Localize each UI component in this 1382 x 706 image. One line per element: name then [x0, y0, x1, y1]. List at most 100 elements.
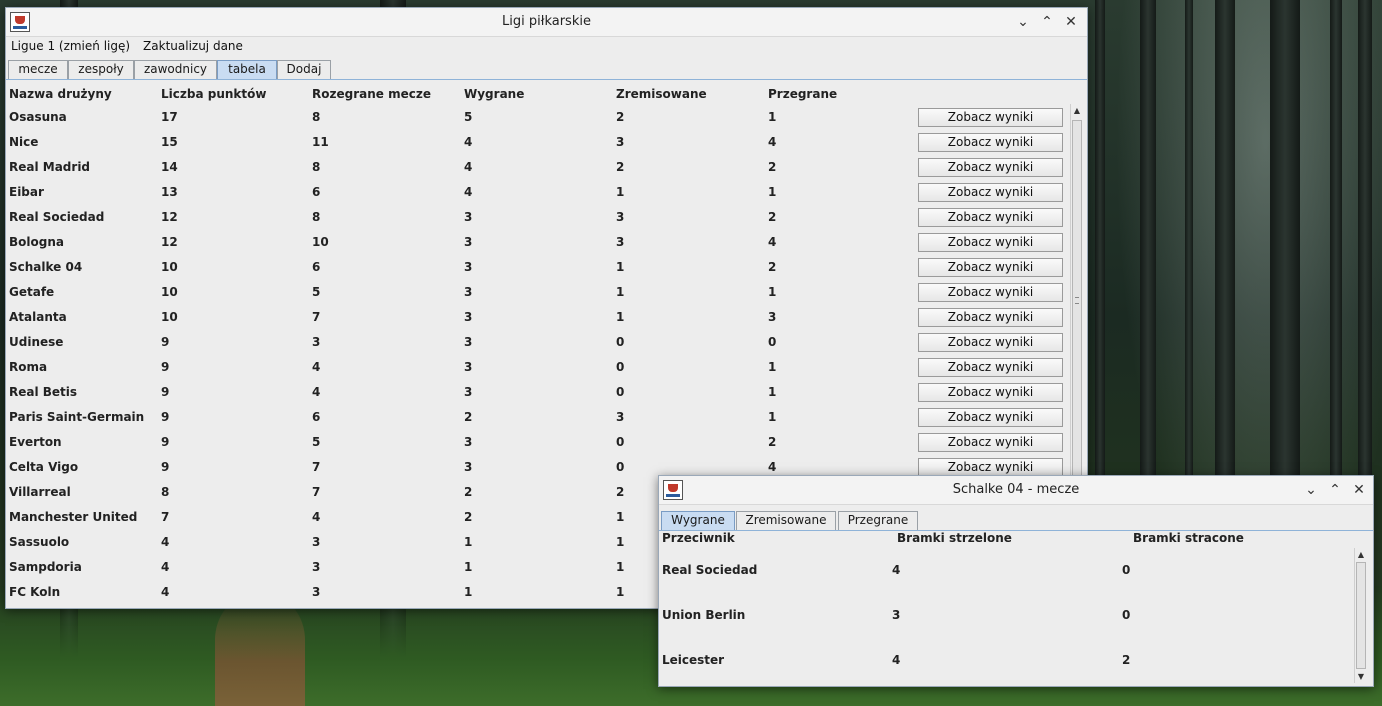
menu-update-data[interactable]: Zaktualizuj dane: [138, 37, 249, 53]
column-header[interactable]: Wygrane: [464, 87, 524, 101]
table-cell: 4: [312, 360, 321, 374]
table-cell: 8: [312, 110, 321, 124]
view-results-button[interactable]: Zobacz wyniki: [918, 433, 1063, 452]
chevron-up-icon: ⌃: [1041, 14, 1053, 30]
column-header[interactable]: Nazwa drużyny: [9, 87, 112, 101]
maximize-button[interactable]: ⌃: [1037, 12, 1057, 32]
view-results-button[interactable]: Zobacz wyniki: [918, 283, 1063, 302]
view-results-button[interactable]: Zobacz wyniki: [918, 258, 1063, 277]
main-titlebar[interactable]: Ligi piłkarskie ⌄ ⌃ ✕: [6, 8, 1087, 37]
table-cell: 10: [161, 285, 178, 299]
arrow-down-icon[interactable]: ▼: [1355, 670, 1367, 683]
table-cell: 3: [616, 410, 625, 424]
column-header[interactable]: Przegrane: [768, 87, 837, 101]
close-icon: ✕: [1065, 14, 1077, 30]
view-results-button[interactable]: Zobacz wyniki: [918, 108, 1063, 127]
table-cell: 4: [768, 460, 777, 474]
chevron-down-icon: ⌄: [1305, 482, 1317, 498]
tab-tabela[interactable]: tabela: [217, 60, 277, 79]
table-cell: Real Betis: [9, 385, 78, 399]
column-header[interactable]: Przeciwnik: [662, 531, 735, 545]
view-results-button[interactable]: Zobacz wyniki: [918, 408, 1063, 427]
view-results-button[interactable]: Zobacz wyniki: [918, 208, 1063, 227]
table-cell: 3: [312, 535, 321, 549]
close-button[interactable]: ✕: [1349, 480, 1369, 500]
arrow-up-icon[interactable]: ▲: [1071, 104, 1083, 117]
view-results-button[interactable]: Zobacz wyniki: [918, 308, 1063, 327]
tab-zespoly[interactable]: zespoły: [68, 60, 134, 79]
table-cell: 3: [464, 235, 473, 249]
table-cell: 15: [161, 135, 178, 149]
table-cell: Real Sociedad: [9, 210, 105, 224]
view-results-button[interactable]: Zobacz wyniki: [918, 133, 1063, 152]
table-cell: 10: [161, 310, 178, 324]
table-cell: 3: [464, 335, 473, 349]
column-header[interactable]: Bramki strzelone: [897, 531, 1012, 545]
table-cell: 4: [161, 560, 170, 574]
table-cell: 4: [464, 160, 473, 174]
table-cell: 3: [464, 385, 473, 399]
view-results-button[interactable]: Zobacz wyniki: [918, 183, 1063, 202]
tab-zremisowane[interactable]: Zremisowane: [736, 511, 836, 530]
table-cell: 6: [312, 410, 321, 424]
popup-titlebar[interactable]: Schalke 04 - mecze ⌄ ⌃ ✕: [659, 476, 1373, 505]
popup-scrollbar[interactable]: ▲ ▼: [1354, 548, 1368, 683]
table-cell: 1: [616, 310, 625, 324]
view-results-button[interactable]: Zobacz wyniki: [918, 358, 1063, 377]
view-results-button[interactable]: Zobacz wyniki: [918, 158, 1063, 177]
column-header[interactable]: Liczba punktów: [161, 87, 266, 101]
table-cell: Sassuolo: [9, 535, 70, 549]
matches-table: Przeciwnik Bramki strzelone Bramki strac…: [659, 529, 1354, 684]
table-cell: 9: [161, 435, 170, 449]
table-cell: 3: [464, 310, 473, 324]
table-cell: Everton: [9, 435, 62, 449]
table-cell: 12: [161, 210, 178, 224]
table-cell: 14: [161, 160, 178, 174]
view-results-button[interactable]: Zobacz wyniki: [918, 233, 1063, 252]
table-cell: 0: [616, 360, 625, 374]
tab-zawodnicy[interactable]: zawodnicy: [134, 60, 217, 79]
table-cell: 1: [768, 285, 777, 299]
tab-mecze[interactable]: mecze: [8, 60, 68, 79]
tab-dodaj[interactable]: Dodaj: [277, 60, 331, 79]
column-header[interactable]: Rozegrane mecze: [312, 87, 431, 101]
scrollbar-thumb[interactable]: [1356, 562, 1366, 669]
menu-change-league[interactable]: Ligue 1 (zmień ligę): [6, 37, 136, 53]
table-cell: 2: [464, 410, 473, 424]
table-cell: 1: [768, 385, 777, 399]
table-cell: 9: [161, 385, 170, 399]
table-cell: Bologna: [9, 235, 64, 249]
table-cell: 3: [464, 210, 473, 224]
arrow-up-icon[interactable]: ▲: [1355, 548, 1367, 561]
table-cell: 8: [312, 210, 321, 224]
chevron-up-icon: ⌃: [1329, 482, 1341, 498]
column-header[interactable]: Zremisowane: [616, 87, 707, 101]
minimize-button[interactable]: ⌄: [1301, 480, 1321, 500]
scrollbar-thumb[interactable]: [1072, 120, 1082, 480]
table-cell: Sampdoria: [9, 560, 82, 574]
close-icon: ✕: [1353, 482, 1365, 498]
minimize-button[interactable]: ⌄: [1013, 12, 1033, 32]
table-cell: 3: [616, 235, 625, 249]
view-results-button[interactable]: Zobacz wyniki: [918, 383, 1063, 402]
table-cell: 9: [161, 460, 170, 474]
table-cell: 0: [616, 460, 625, 474]
match-cell: Union Berlin: [662, 608, 746, 622]
view-results-button[interactable]: Zobacz wyniki: [918, 333, 1063, 352]
table-cell: 9: [161, 335, 170, 349]
table-cell: 2: [768, 210, 777, 224]
table-cell: 0: [616, 435, 625, 449]
table-cell: Celta Vigo: [9, 460, 79, 474]
table-cell: 1: [616, 535, 625, 549]
tab-przegrane[interactable]: Przegrane: [838, 511, 918, 530]
table-cell: 1: [768, 410, 777, 424]
table-cell: 1: [616, 560, 625, 574]
table-cell: 2: [768, 435, 777, 449]
table-cell: FC Koln: [9, 585, 61, 599]
column-header[interactable]: Bramki stracone: [1133, 531, 1244, 545]
maximize-button[interactable]: ⌃: [1325, 480, 1345, 500]
tab-wygrane[interactable]: Wygrane: [661, 511, 735, 530]
table-cell: 1: [464, 535, 473, 549]
close-button[interactable]: ✕: [1061, 12, 1081, 32]
popup-title: Schalke 04 - mecze: [952, 482, 1080, 497]
